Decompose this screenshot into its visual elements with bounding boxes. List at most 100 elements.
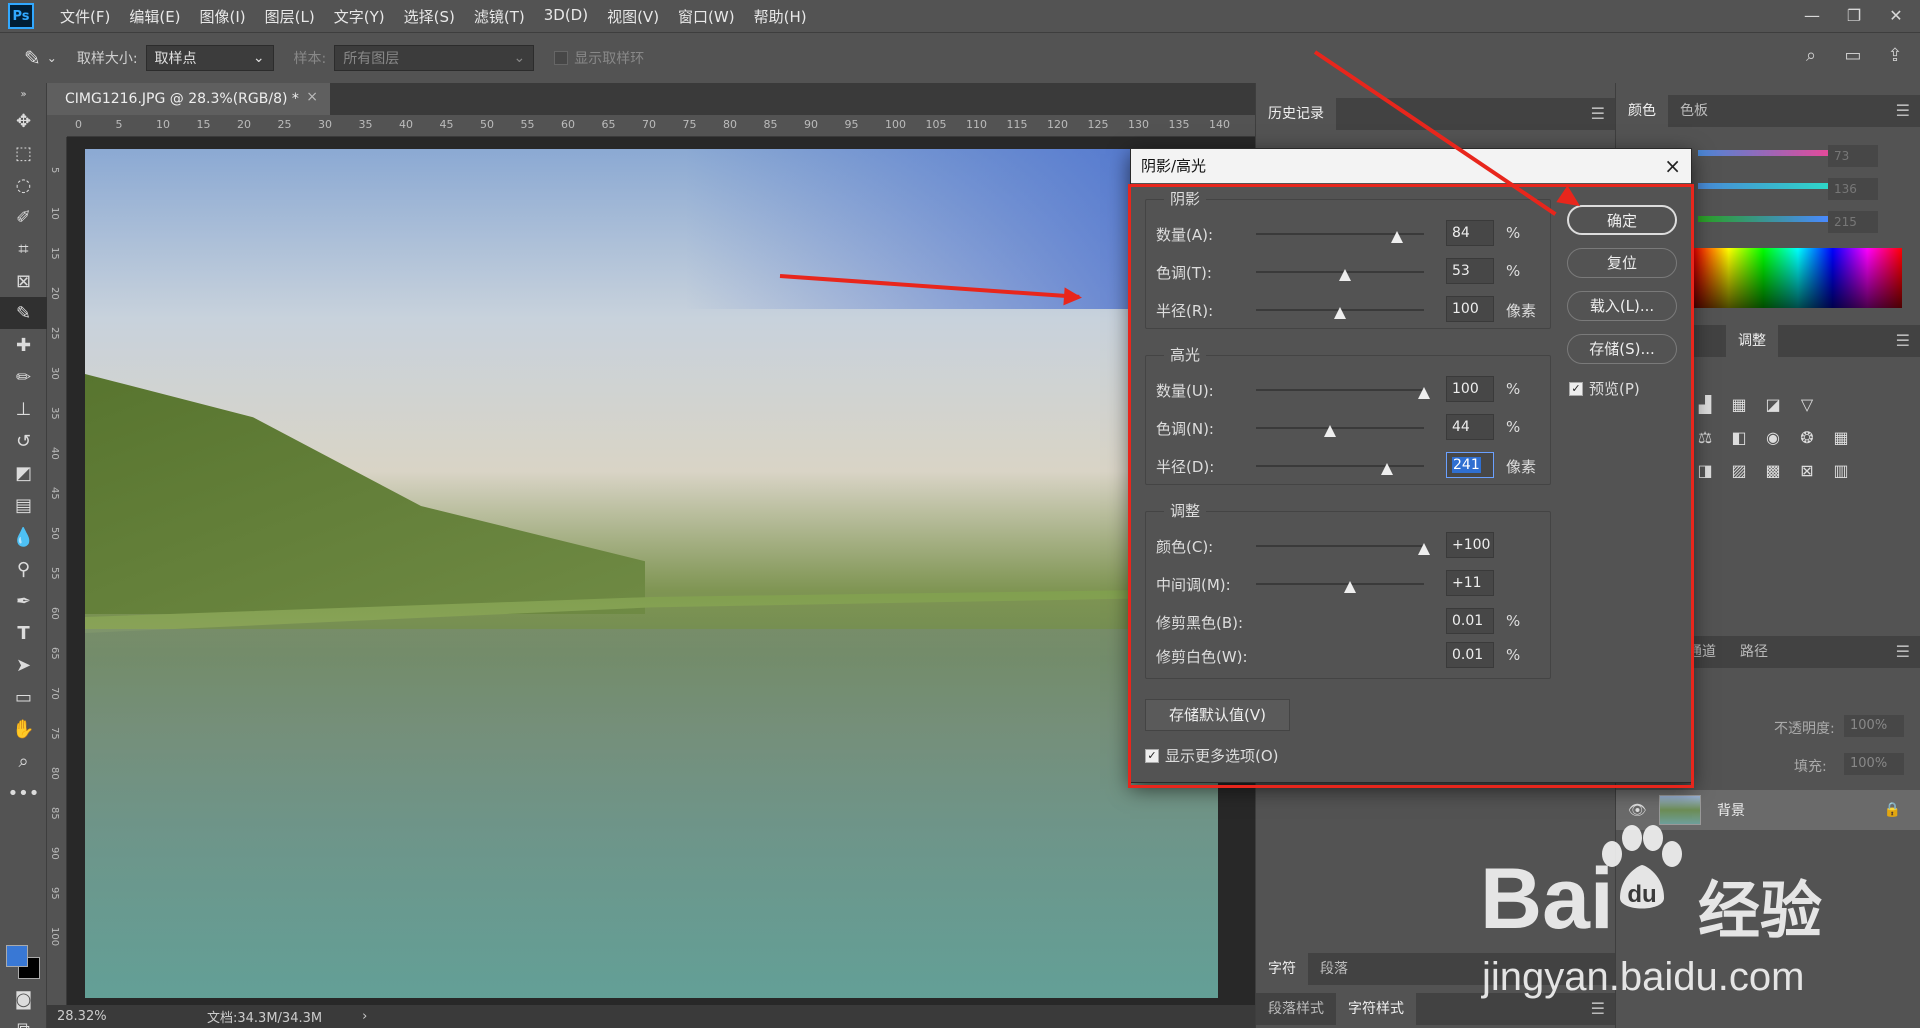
more-tools-icon[interactable]: ••• — [0, 777, 47, 809]
show-ring-checkbox[interactable]: 显示取样环 — [554, 48, 644, 68]
ok-button[interactable]: 确定 — [1567, 205, 1677, 235]
slider-thumb[interactable] — [1344, 581, 1357, 593]
midtone-input[interactable]: +11 — [1446, 570, 1494, 596]
tab-color[interactable]: 颜色 — [1616, 95, 1668, 127]
levels-icon[interactable]: ▟ — [1691, 395, 1719, 419]
collapse-icon[interactable]: » — [0, 83, 47, 105]
slider-thumb[interactable] — [1381, 463, 1394, 475]
color-lookup-icon[interactable]: ▦ — [1827, 428, 1855, 452]
share-icon[interactable]: ⇪ — [1880, 45, 1910, 71]
vibrance-icon[interactable]: ▽ — [1793, 395, 1821, 419]
black-white-icon[interactable]: ◧ — [1725, 428, 1753, 452]
panel-menu-icon[interactable]: ☰ — [1591, 104, 1605, 123]
quick-mask-icon[interactable]: ◙ — [0, 983, 47, 1015]
menu-view[interactable]: 视图(V) — [607, 6, 659, 27]
menu-file[interactable]: 文件(F) — [60, 6, 110, 27]
load-button[interactable]: 载入(L)... — [1567, 291, 1677, 321]
rectangle-tool-icon[interactable]: ▭ — [0, 681, 47, 713]
path-select-icon[interactable]: ➤ — [0, 649, 47, 681]
shadows-tone-slider[interactable] — [1256, 269, 1424, 281]
menu-type[interactable]: 文字(Y) — [334, 6, 385, 27]
invert-icon[interactable]: ◨ — [1691, 461, 1719, 485]
opacity-input[interactable]: 100% — [1844, 715, 1904, 737]
chevron-right-icon[interactable]: › — [362, 1009, 367, 1024]
minimize-icon[interactable]: — — [1798, 4, 1826, 28]
brush-tool-icon[interactable]: ✏ — [0, 361, 47, 393]
preview-checkbox[interactable]: ✓ 预览(P) — [1569, 378, 1640, 399]
foreground-color-swatch[interactable] — [6, 945, 28, 967]
midtone-slider[interactable] — [1256, 581, 1424, 593]
canvas-area[interactable] — [67, 137, 1255, 1005]
quick-select-tool-icon[interactable]: ✐ — [0, 201, 47, 233]
slider-thumb[interactable] — [1418, 543, 1430, 555]
clip-black-input[interactable]: 0.01 — [1446, 608, 1494, 634]
eye-icon[interactable]: 👁 — [1628, 801, 1647, 819]
red-slider[interactable] — [1698, 150, 1828, 156]
lock-icon[interactable]: 🔒 — [1884, 802, 1901, 818]
channel-mixer-icon[interactable]: ❂ — [1793, 428, 1821, 452]
slider-thumb[interactable] — [1418, 387, 1430, 399]
tab-paths[interactable]: 路径 — [1728, 636, 1780, 668]
workspace-icon[interactable]: ▭ — [1838, 45, 1868, 71]
color-input[interactable]: +100 — [1446, 532, 1494, 558]
slider-thumb[interactable] — [1323, 425, 1336, 437]
more-options-checkbox[interactable]: ✓ 显示更多选项(O) — [1145, 745, 1279, 766]
move-tool-icon[interactable]: ✥ — [0, 105, 47, 137]
save-defaults-button[interactable]: 存储默认值(V) — [1145, 699, 1290, 731]
slider-thumb[interactable] — [1339, 269, 1352, 281]
panel-menu-icon[interactable]: ☰ — [1896, 101, 1910, 120]
color-spectrum[interactable] — [1694, 248, 1902, 308]
eraser-tool-icon[interactable]: ◩ — [0, 457, 47, 489]
crop-tool-icon[interactable]: ⌗ — [0, 233, 47, 265]
selective-color-icon[interactable]: ⊠ — [1793, 461, 1821, 485]
posterize-icon[interactable]: ▨ — [1725, 461, 1753, 485]
exposure-icon[interactable]: ◪ — [1759, 395, 1787, 419]
reset-button[interactable]: 复位 — [1567, 248, 1677, 278]
tab-history[interactable]: 历史记录 — [1256, 98, 1336, 130]
green-value[interactable]: 136 — [1828, 178, 1878, 200]
tab-paragraph[interactable]: 段落 — [1308, 953, 1360, 985]
shadows-radius-input[interactable]: 100 — [1446, 296, 1494, 322]
shadows-amount-slider[interactable] — [1256, 231, 1424, 243]
panel-menu-icon[interactable]: ☰ — [1896, 642, 1910, 661]
highlights-tone-slider[interactable] — [1256, 425, 1424, 437]
close-icon[interactable]: × — [306, 89, 318, 105]
red-value[interactable]: 73 — [1828, 145, 1878, 167]
highlights-tone-input[interactable]: 44 — [1446, 414, 1494, 440]
hand-tool-icon[interactable]: ✋ — [0, 713, 47, 745]
type-tool-icon[interactable]: T — [0, 617, 47, 649]
tab-swatches[interactable]: 色板 — [1668, 95, 1720, 127]
threshold-icon[interactable]: ▩ — [1759, 461, 1787, 485]
photo-filter-icon[interactable]: ◉ — [1759, 428, 1787, 452]
menu-filter[interactable]: 滤镜(T) — [474, 6, 525, 27]
search-icon[interactable]: ⌕ — [1796, 45, 1826, 71]
eyedropper-icon[interactable]: ✎ ⌄ — [24, 46, 57, 70]
highlights-amount-input[interactable]: 100 — [1446, 376, 1494, 402]
healing-tool-icon[interactable]: ✚ — [0, 329, 47, 361]
zoom-level[interactable]: 28.32% — [57, 1009, 157, 1024]
highlights-radius-input[interactable]: 241 — [1446, 452, 1494, 478]
frame-tool-icon[interactable]: ⊠ — [0, 265, 47, 297]
eyedropper-tool-icon[interactable]: ✎ — [0, 297, 47, 329]
restore-icon[interactable]: ❐ — [1840, 4, 1868, 28]
tab-character[interactable]: 字符 — [1256, 953, 1308, 985]
curves-icon[interactable]: ▦ — [1725, 395, 1753, 419]
save-button[interactable]: 存储(S)... — [1567, 334, 1677, 364]
menu-select[interactable]: 选择(S) — [404, 6, 455, 27]
close-icon[interactable]: ✕ — [1882, 4, 1910, 28]
clip-white-input[interactable]: 0.01 — [1446, 642, 1494, 668]
menu-edit[interactable]: 编辑(E) — [129, 6, 180, 27]
slider-thumb[interactable] — [1334, 307, 1346, 319]
tab-paragraph-styles[interactable]: 段落样式 — [1256, 993, 1336, 1025]
menu-window[interactable]: 窗口(W) — [678, 6, 735, 27]
history-brush-icon[interactable]: ↺ — [0, 425, 47, 457]
highlights-radius-slider[interactable] — [1256, 463, 1424, 475]
dodge-tool-icon[interactable]: ⚲ — [0, 553, 47, 585]
sample-size-select[interactable]: 取样点 ⌄ — [145, 44, 274, 71]
tab-adjustments[interactable]: 调整 — [1726, 325, 1778, 357]
sample-select[interactable]: 所有图层 ⌄ — [334, 44, 535, 71]
marquee-tool-icon[interactable]: ⬚ — [0, 137, 47, 169]
screen-mode-icon[interactable]: ⧉ — [0, 1013, 47, 1028]
document-tab[interactable]: CIMG1216.JPG @ 28.3%(RGB/8) * × — [47, 83, 330, 115]
shadows-radius-slider[interactable] — [1256, 307, 1424, 319]
